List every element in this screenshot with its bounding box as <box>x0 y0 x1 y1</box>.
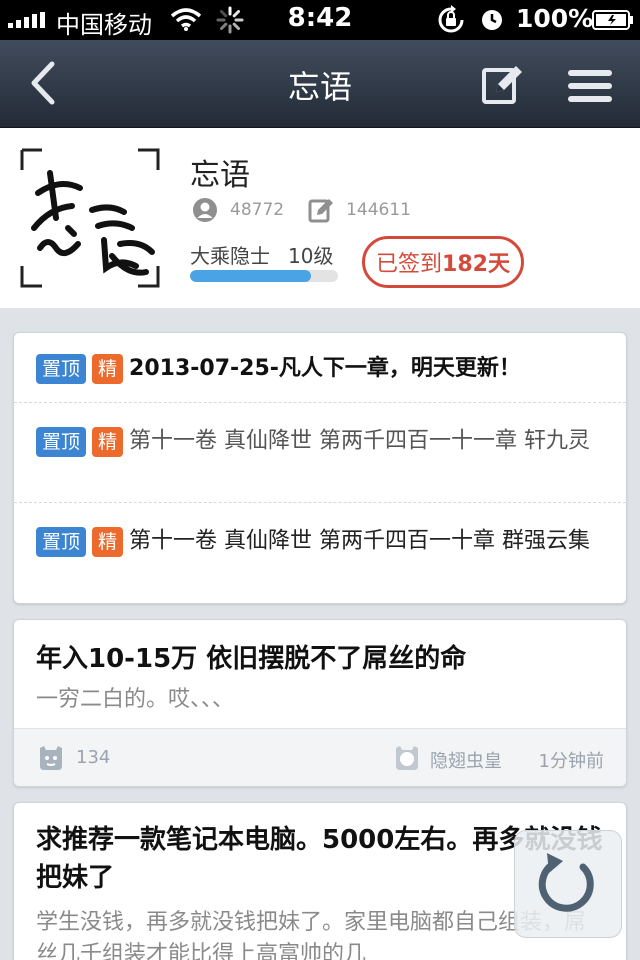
post-author[interactable]: 隐翅虫皇 <box>430 747 502 773</box>
comment-count: 134 <box>76 747 111 768</box>
post-title: 年入10-15万 依旧摆脱不了屌丝的命 <box>36 644 467 674</box>
pinned-tag: 置顶 <box>36 526 87 557</box>
activity-spinner-icon <box>216 6 244 34</box>
back-arrow-icon[interactable] <box>24 58 64 108</box>
featured-tag: 精 <box>92 426 124 457</box>
post-footer: 134 隐翅虫皇 1分钟前 <box>14 728 626 786</box>
pinned-tag: 置顶 <box>36 354 87 384</box>
signin-badge[interactable]: 已签到 182天 <box>362 236 524 288</box>
pinned-posts-card: 置顶精 2013-07-25-凡人下一章，明天更新！ 置顶精第十一卷 真仙降世 第… <box>13 332 627 604</box>
pinned-tag: 置顶 <box>36 426 87 457</box>
author-icon <box>396 746 418 770</box>
signin-days: 182天 <box>442 252 510 277</box>
pinned-post-title: 第十一卷 真仙降世 第两千四百一十章 群强云集 <box>129 528 591 554</box>
followers-count: 48772 <box>230 200 285 220</box>
signin-prefix: 已签到 <box>376 252 443 277</box>
status-bar: 中国移动 8:42 100% <box>0 0 640 40</box>
post-card[interactable]: 年入10-15万 依旧摆脱不了屌丝的命 一穷二白的。哎、、、 134 隐翅虫皇 … <box>13 619 627 787</box>
posts-count: 144611 <box>346 200 411 220</box>
post-time: 1分钟前 <box>538 751 604 772</box>
level-progress-fill <box>190 270 312 282</box>
refresh-icon <box>538 853 594 912</box>
post-excerpt: 一穷二白的。哎、、、 <box>36 687 235 712</box>
user-level: 大乘隐士 10级 <box>190 240 333 269</box>
followers-icon <box>193 198 217 222</box>
pinned-post-item[interactable]: 置顶精 2013-07-25-凡人下一章，明天更新！ <box>14 333 626 403</box>
rotation-lock-icon <box>438 5 464 33</box>
refresh-button[interactable] <box>514 830 622 938</box>
posts-icon <box>308 199 334 223</box>
pinned-post-item[interactable]: 置顶精第十一卷 真仙降世 第两千四百一十一章 轩九灵 <box>14 403 626 503</box>
carrier-name: 中国移动 <box>56 11 152 39</box>
menu-icon[interactable] <box>566 66 614 106</box>
wifi-icon <box>170 8 202 31</box>
pinned-post-title: 2013-07-25-凡人下一章，明天更新！ <box>129 356 521 381</box>
profile-header: 忘语 48772 144611 大乘隐士 10级 已签到 182天 <box>0 128 640 308</box>
pinned-post-item[interactable]: 置顶精第十一卷 真仙降世 第两千四百一十章 群强云集 <box>14 503 626 603</box>
nav-bar: 忘语 <box>0 40 640 128</box>
battery-icon <box>592 10 633 30</box>
profile-stats: 48772 144611 <box>192 196 411 224</box>
featured-tag: 精 <box>92 354 124 384</box>
profile-name: 忘语 <box>190 158 250 193</box>
compose-icon[interactable] <box>480 62 524 106</box>
avatar[interactable] <box>20 148 160 288</box>
level-progress-bar <box>190 270 338 282</box>
pinned-post-title: 第十一卷 真仙降世 第两千四百一十一章 轩九灵 <box>129 428 591 454</box>
featured-tag: 精 <box>92 526 124 557</box>
battery-percent: 100% <box>516 4 594 33</box>
level-label: 10级 <box>288 244 334 268</box>
rank-title: 大乘隐士 <box>190 244 270 268</box>
alarm-icon <box>482 10 502 30</box>
comment-icon <box>40 746 62 770</box>
signal-strength-icon <box>8 12 45 28</box>
clock: 8:42 <box>287 3 353 33</box>
page-title: 忘语 <box>287 68 352 106</box>
